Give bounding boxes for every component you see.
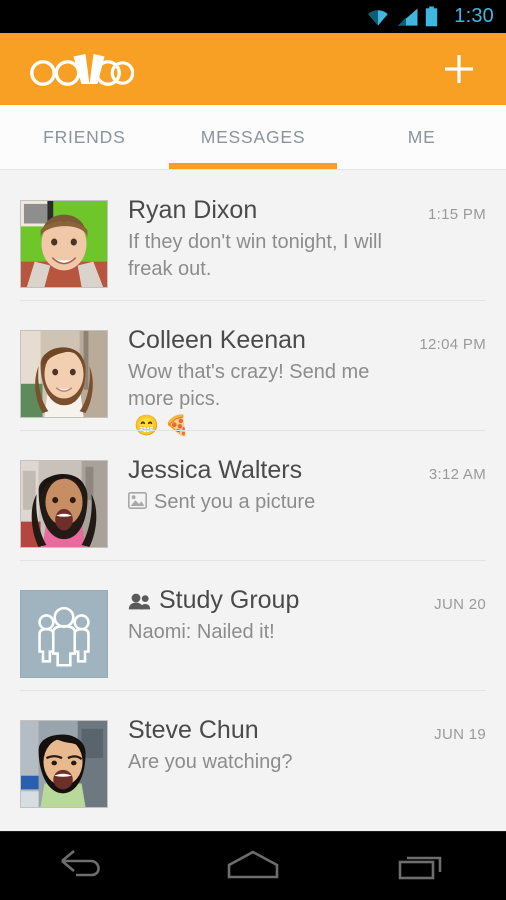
message-preview: Sent you a picture [128,489,421,516]
avatar-photo [21,721,107,807]
tab-friends-label: FRIENDS [43,126,126,147]
tab-messages[interactable]: MESSAGES [168,105,338,169]
tab-active-indicator [168,163,338,169]
app-bar [0,33,506,105]
preview-text: If they don't win tonight, I will freak … [128,231,388,280]
status-bar-clock: 1:30 [454,5,494,27]
message-preview: Naomi: Nailed it! [128,619,426,646]
oovoo-logo-mark [30,54,134,86]
avatar-photo [21,331,107,417]
back-icon [61,850,101,877]
message-preview: Wow that's crazy! Send me more pics. 😁 🍕 [128,359,411,440]
avatar-photo [21,461,107,547]
message-row[interactable]: Jessica Walters Sent you a picture 3:12 … [0,430,506,560]
picture-attachment-icon [128,492,147,509]
message-timestamp: 12:04 PM [419,336,486,353]
message-title-line: Colleen Keenan [128,326,411,355]
preview-text: Wow that's crazy! Send me more pics. [128,361,375,410]
oovoo-logo [30,46,134,92]
group-placeholder-icon [21,591,107,677]
nav-back-button[interactable] [39,839,129,894]
avatar-photo [21,201,107,287]
preview-text: Sent you a picture [154,491,316,513]
message-timestamp: JUN 19 [434,726,486,743]
nav-recents-button[interactable] [377,839,467,894]
tab-bar: FRIENDS MESSAGES ME [0,105,506,170]
preview-text: Naomi: Nailed it! [128,621,275,643]
message-timestamp: 1:15 PM [428,206,486,223]
message-content: Jessica Walters Sent you a picture [108,456,421,516]
message-row[interactable]: Study Group Naomi: Nailed it! JUN 20 [0,560,506,690]
message-title-line: Study Group [128,586,426,615]
nav-home-button[interactable] [208,839,298,894]
message-row[interactable]: Ryan Dixon If they don't win tonight, I … [0,170,506,300]
preview-text: Are you watching? [128,751,293,773]
message-title-line: Jessica Walters [128,456,421,485]
steve-chun-avatar[interactable] [20,720,108,808]
jessica-walters-avatar[interactable] [20,460,108,548]
group-conversation-icon [128,593,151,610]
tab-friends[interactable]: FRIENDS [0,105,169,169]
message-preview: If they don't win tonight, I will freak … [128,229,420,283]
battery-icon [426,6,438,27]
message-list[interactable]: Ryan Dixon If they don't win tonight, I … [0,170,506,831]
ryan-dixon-avatar[interactable] [20,200,108,288]
phone-screen: 1:30 FRIENDS MESSAGES ME Ryan Dixon If t… [0,0,506,900]
message-content: Ryan Dixon If they don't win tonight, I … [108,196,420,283]
study-group-avatar[interactable] [20,590,108,678]
contact-name: Study Group [159,586,300,614]
status-bar-icons: 1:30 [365,5,494,28]
plus-icon [445,55,473,83]
message-timestamp: 3:12 AM [428,466,486,483]
message-title-line: Steve Chun [128,716,426,745]
contact-name: Colleen Keenan [128,326,306,354]
contact-name: Steve Chun [128,716,259,744]
contact-name: Jessica Walters [128,456,303,484]
android-nav-bar [0,831,506,900]
colleen-keenan-avatar[interactable] [20,330,108,418]
message-row[interactable]: Steve Chun Are you watching? JUN 19 [0,690,506,820]
cellular-signal-icon [398,8,418,26]
message-row[interactable]: Colleen Keenan Wow that's crazy! Send me… [0,300,506,437]
message-title-line: Ryan Dixon [128,196,420,225]
message-content: Colleen Keenan Wow that's crazy! Send me… [108,326,411,440]
message-preview: Are you watching? [128,749,426,776]
tab-messages-label: MESSAGES [200,126,306,147]
contact-name: Ryan Dixon [128,196,258,224]
tab-me[interactable]: ME [337,105,506,169]
recents-icon [398,856,441,880]
message-timestamp: JUN 20 [434,596,486,613]
home-icon [227,850,279,879]
status-bar: 1:30 [0,0,506,33]
wifi-icon [368,9,389,25]
add-conversation-button[interactable] [436,46,482,92]
message-content: Study Group Naomi: Nailed it! [108,586,426,646]
message-content: Steve Chun Are you watching? [108,716,426,776]
tab-me-label: ME [407,126,436,147]
